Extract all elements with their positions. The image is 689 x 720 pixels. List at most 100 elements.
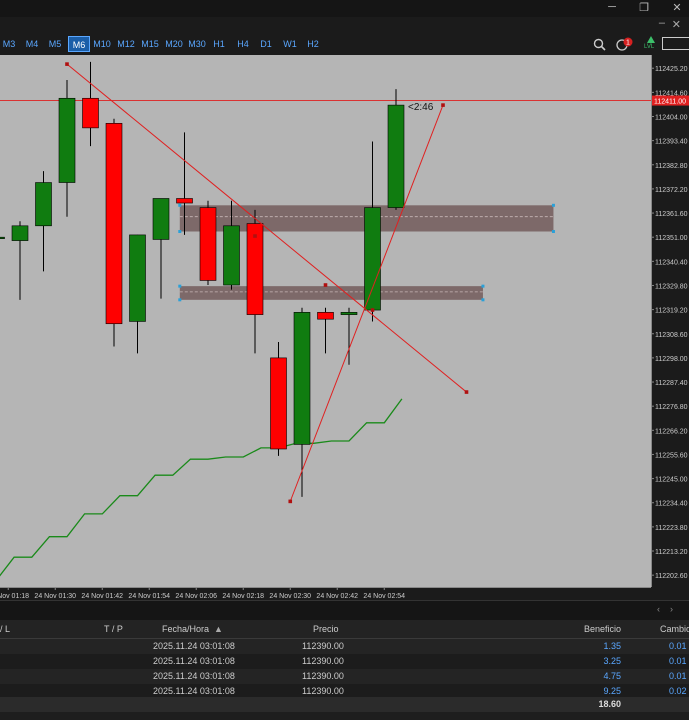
candle-body[interactable] (58, 97, 76, 183)
table-row[interactable]: 2025.11.24 03:01:08112390.001.350.01 % (0, 639, 689, 666)
timeframe-h4[interactable]: H4 (234, 36, 252, 52)
change-header[interactable]: Cambio (660, 620, 689, 638)
x-tick-label: 24 Nov 01:30 (34, 593, 76, 600)
terminal-header: / L T / P Fecha/Hora ▲ Precio Beneficio … (0, 620, 689, 639)
candle-body[interactable] (364, 207, 381, 311)
timeframe-h2[interactable]: H2 (304, 36, 322, 52)
candle-body[interactable] (317, 312, 334, 320)
notification-count: 1 (626, 40, 630, 47)
y-tick-label: 112223.80 (655, 525, 688, 532)
timeframe-m6[interactable]: M6 (68, 36, 90, 52)
trend-line-anchor[interactable] (370, 308, 375, 312)
x-tick-label: 24 Nov 02:06 (175, 593, 217, 600)
zone-anchor[interactable] (178, 298, 182, 302)
y-tick-label: 112266.20 (655, 428, 688, 435)
candle-body[interactable] (0, 236, 5, 239)
candle-body[interactable] (387, 104, 405, 208)
candle-body[interactable] (293, 312, 311, 445)
table-row[interactable]: 2025.11.24 03:01:08112390.004.750.01 % (0, 669, 689, 696)
y-tick-label: 112351.00 (655, 235, 688, 242)
timeframe-m15[interactable]: M15 (139, 36, 161, 52)
minimize-button[interactable]: ─ (605, 1, 619, 13)
candle-body[interactable] (11, 225, 29, 241)
scroll-arrows-icon[interactable]: ‹› (657, 604, 683, 614)
trend-line-anchor[interactable] (464, 390, 469, 394)
status-box (662, 37, 689, 50)
y-tick-label: 112361.60 (655, 211, 688, 218)
supply-zone[interactable] (179, 286, 483, 300)
candle-body[interactable] (270, 357, 287, 450)
chart-minimize-button[interactable]: – (659, 17, 665, 29)
search-icon[interactable] (593, 38, 606, 51)
sort-asc-icon: ▲ (214, 624, 223, 634)
terminal-divider[interactable]: ‹› (0, 600, 689, 621)
timeframe-m5[interactable]: M5 (46, 36, 64, 52)
timeframe-m30[interactable]: M30 (186, 36, 208, 52)
y-tick-label: 112234.40 (655, 501, 688, 508)
price-chart[interactable]: 112425.20 112414.60 112404.00 112393.40 1123… (0, 55, 689, 600)
x-tick-label: 24 Nov 02:30 (269, 593, 311, 600)
timeframe-m20[interactable]: M20 (163, 36, 185, 52)
sl-header[interactable]: / L (0, 620, 10, 638)
lvl-icon (647, 36, 655, 43)
x-tick-label: 24 Nov 02:18 (222, 593, 264, 600)
bell-icon[interactable]: 1 (615, 37, 635, 52)
candle-body[interactable] (223, 225, 240, 286)
x-tick-label: 24 Nov 01:42 (81, 593, 123, 600)
x-tick-label: 24 Nov 02:42 (316, 593, 358, 600)
y-tick-label: 112298.00 (655, 356, 688, 363)
timeframe-m10[interactable]: M10 (91, 36, 113, 52)
zone-anchor[interactable] (551, 203, 555, 207)
trend-line-anchor[interactable] (323, 283, 328, 287)
timeframe-d1[interactable]: D1 (257, 36, 275, 52)
trade-profit: 4.75 (603, 671, 621, 681)
candle-body[interactable] (129, 234, 146, 322)
y-tick-label: 112255.60 (655, 452, 688, 459)
candle-body[interactable] (199, 207, 217, 281)
time-header[interactable]: Fecha/Hora (162, 620, 209, 638)
totals-row: 18.60 (0, 697, 689, 712)
y-tick-label: 112340.40 (655, 259, 688, 266)
y-tick-label: 112382.80 (655, 163, 688, 170)
trade-price: 112390.00 (302, 656, 344, 666)
candle-body[interactable] (82, 97, 99, 129)
chart-close-button[interactable]: ✕ (672, 18, 681, 31)
restore-button[interactable]: ❐ (637, 1, 651, 14)
y-tick-label: 112404.00 (655, 114, 688, 121)
trend-line-anchor[interactable] (65, 62, 69, 66)
zone-anchor[interactable] (178, 203, 182, 207)
zone-anchor[interactable] (551, 229, 555, 233)
close-button[interactable]: ✕ (670, 1, 684, 14)
zone-anchor[interactable] (178, 284, 182, 288)
zone-anchor[interactable] (481, 298, 485, 302)
y-tick-label: 112276.80 (655, 404, 688, 411)
zone-anchor[interactable] (481, 284, 485, 288)
trade-time: 2025.11.24 03:01:08 (153, 671, 235, 681)
trade-price: 112390.00 (302, 641, 344, 651)
y-tick-label: 112425.20 (655, 66, 688, 73)
zone-anchor[interactable] (178, 229, 182, 233)
chart-canvas[interactable]: 112425.20112414.60112404.00112393.401123… (0, 55, 689, 600)
current-price-label: 112411.00 (654, 99, 686, 106)
candle-body[interactable] (340, 312, 358, 315)
lvl-indicator[interactable]: LVL (644, 36, 658, 53)
candle-body[interactable] (176, 198, 193, 204)
price-header[interactable]: Precio (313, 620, 339, 638)
trend-line-anchor[interactable] (288, 499, 293, 504)
timeframe-m12[interactable]: M12 (115, 36, 137, 52)
timeframe-m4[interactable]: M4 (23, 36, 41, 52)
candle-body[interactable] (35, 182, 52, 227)
trend-line-anchor[interactable] (441, 103, 445, 107)
y-tick-label: 112202.60 (655, 573, 688, 580)
trend-line-anchor[interactable] (253, 234, 257, 238)
table-row[interactable]: 2025.11.24 03:01:08112390.003.250.01 % (0, 654, 689, 681)
timeframe-m3[interactable]: M3 (0, 36, 18, 52)
profit-header[interactable]: Beneficio (584, 620, 621, 638)
candle-body[interactable] (105, 123, 123, 325)
x-tick-label: 24 Nov 01:18 (0, 593, 29, 600)
tp-header[interactable]: T / P (104, 620, 123, 638)
timeframe-h1[interactable]: H1 (210, 36, 228, 52)
candle-body[interactable] (152, 198, 170, 240)
timeframe-w1[interactable]: W1 (281, 36, 299, 52)
title-bar: ─ ❐ ✕ (0, 0, 689, 17)
